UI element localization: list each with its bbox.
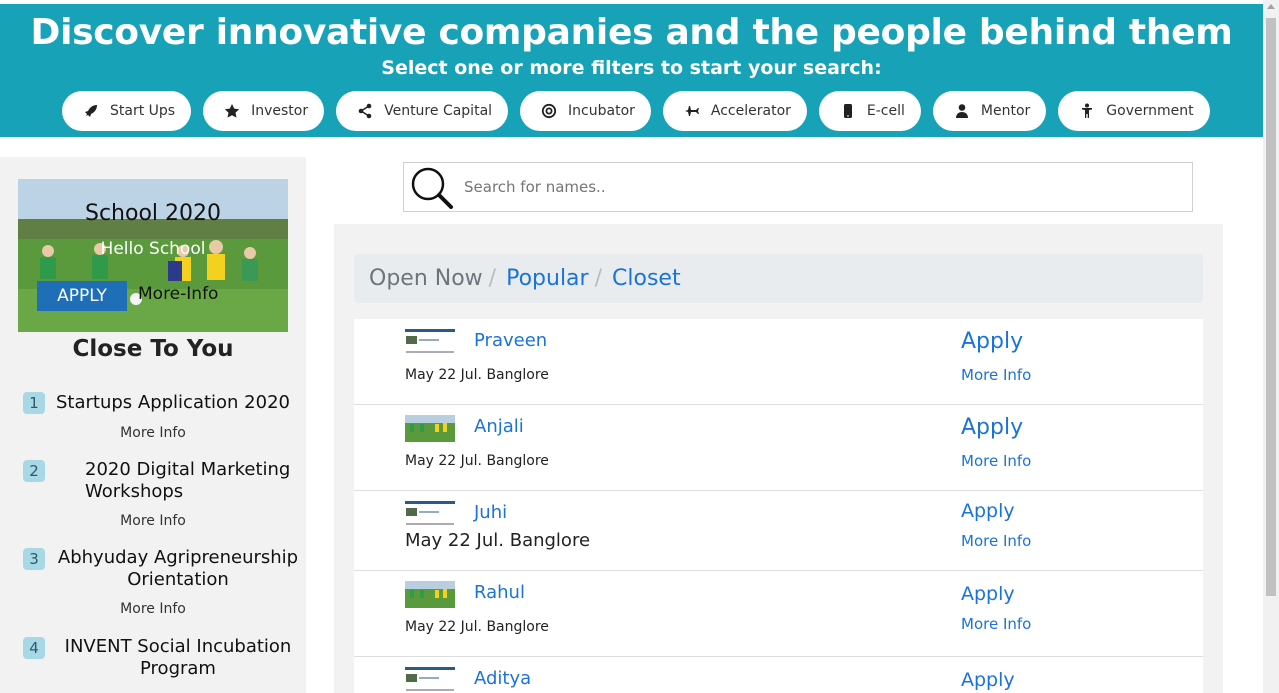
result-row: Rahul May 22 Jul. Banglore Apply More In… [354, 571, 1203, 657]
item-number-badge: 2 [23, 460, 45, 482]
breadcrumb-separator: / [488, 266, 497, 291]
banner-more-info-link[interactable]: More-Info [138, 284, 218, 304]
result-row: Aditya Apply [354, 657, 1203, 693]
filter-label: Venture Capital [384, 103, 493, 119]
page-subtitle: Select one or more filters to start your… [381, 57, 882, 79]
hero-header: Discover innovative companies and the pe… [0, 4, 1263, 137]
result-name[interactable]: Praveen [474, 330, 547, 351]
person-icon [1078, 102, 1096, 120]
filter-label: Start Ups [110, 103, 176, 119]
result-thumbnail [405, 501, 455, 528]
result-apply-link[interactable]: Apply [961, 500, 1015, 522]
banner-title: School 2020 [84, 201, 222, 226]
filter-ecell[interactable]: E-cell [818, 91, 921, 131]
result-meta: May 22 Jul. Banglore [405, 367, 549, 383]
page-scrollbar[interactable] [1263, 0, 1279, 693]
star-icon [223, 102, 241, 120]
item-number-badge: 1 [23, 392, 45, 414]
filter-label: Mentor [980, 103, 1031, 119]
page-title: Discover innovative companies and the pe… [30, 12, 1233, 53]
result-apply-link[interactable]: Apply [961, 583, 1015, 605]
result-meta: May 22 Jul. Banglore [405, 453, 549, 469]
item-more-info-link[interactable]: More Info [0, 425, 306, 441]
item-number-badge: 3 [23, 548, 45, 570]
item-title[interactable]: Abhyuday Agripreneurship Orientation [50, 547, 306, 591]
filter-label: Accelerator [710, 103, 791, 119]
page: Discover innovative companies and the pe… [0, 0, 1279, 693]
results-list: Praveen May 22 Jul. Banglore Apply More … [354, 319, 1203, 693]
result-more-info-link[interactable]: More Info [961, 532, 1031, 550]
breadcrumb-current: Open Now [369, 266, 483, 291]
filter-incubator[interactable]: Incubator [520, 91, 651, 131]
filter-mentor[interactable]: Mentor [932, 91, 1047, 131]
result-row: Juhi May 22 Jul. Banglore Apply More Inf… [354, 491, 1203, 571]
result-apply-link[interactable]: Apply [961, 669, 1015, 691]
result-name[interactable]: Juhi [474, 502, 507, 523]
breadcrumb: Open Now / Popular / Closet [354, 254, 1203, 303]
breadcrumb-separator: / [594, 266, 603, 291]
result-more-info-link[interactable]: More Info [961, 615, 1031, 633]
filter-venture-capital[interactable]: Venture Capital [336, 91, 509, 131]
result-thumbnail [405, 667, 455, 693]
search-input[interactable] [464, 175, 1164, 199]
item-more-info-link[interactable]: More Info [0, 601, 306, 617]
result-apply-link[interactable]: Apply [961, 415, 1023, 440]
result-thumbnail [405, 581, 455, 608]
scroll-up-arrow-icon[interactable] [1267, 4, 1275, 9]
item-number-badge: 4 [23, 637, 45, 659]
item-more-info-link[interactable]: More Info [0, 513, 306, 529]
result-name[interactable]: Aditya [474, 668, 531, 689]
result-name[interactable]: Anjali [474, 416, 524, 437]
sidebar: School 2020 Hello School APPLY More-Info… [0, 157, 306, 693]
breadcrumb-link-popular[interactable]: Popular [506, 266, 589, 291]
banner-apply-button[interactable]: APPLY [37, 281, 127, 311]
close-to-you-heading: Close To You [72, 336, 234, 362]
result-more-info-link[interactable]: More Info [961, 452, 1031, 470]
scrollbar-thumb[interactable] [1266, 18, 1276, 596]
filter-label: Incubator [568, 103, 635, 119]
phone-icon [839, 102, 857, 120]
result-meta: May 22 Jul. Banglore [405, 530, 591, 551]
filter-bar: Start Ups Investor Venture Capital Incub… [62, 91, 1210, 131]
filter-label: Government [1106, 103, 1194, 119]
item-title[interactable]: Startups Application 2020 [48, 392, 298, 414]
breadcrumb-link-closet[interactable]: Closet [612, 266, 681, 291]
result-meta: May 22 Jul. Banglore [405, 619, 549, 635]
result-thumbnail [405, 329, 455, 356]
filter-government[interactable]: Government [1058, 91, 1210, 131]
item-title[interactable]: 2020 Digital Marketing Workshops [50, 459, 306, 503]
filter-label: Investor [251, 103, 309, 119]
plane-icon [683, 102, 701, 120]
result-apply-link[interactable]: Apply [961, 329, 1023, 354]
banner-subtitle: Hello School [100, 239, 206, 259]
result-more-info-link[interactable]: More Info [961, 366, 1031, 384]
result-thumbnail [405, 415, 455, 442]
filter-startups[interactable]: Start Ups [62, 91, 192, 131]
result-row: Praveen May 22 Jul. Banglore Apply More … [354, 319, 1203, 405]
filter-investor[interactable]: Investor [203, 91, 325, 131]
results-panel: Open Now / Popular / Closet Praveen May … [334, 224, 1223, 693]
result-row: Anjali May 22 Jul. Banglore Apply More I… [354, 405, 1203, 491]
user-icon [953, 102, 971, 120]
filter-label: E-cell [866, 103, 905, 119]
filter-accelerator[interactable]: Accelerator [662, 91, 807, 131]
target-icon [540, 102, 558, 120]
search-icon [411, 167, 453, 209]
share-icon [356, 102, 374, 120]
result-name[interactable]: Rahul [474, 582, 525, 603]
search-box [403, 162, 1193, 212]
featured-banner[interactable]: School 2020 Hello School APPLY More-Info [18, 179, 288, 332]
item-title[interactable]: INVENT Social Incubation Program [50, 636, 306, 680]
rocket-icon [82, 102, 100, 120]
